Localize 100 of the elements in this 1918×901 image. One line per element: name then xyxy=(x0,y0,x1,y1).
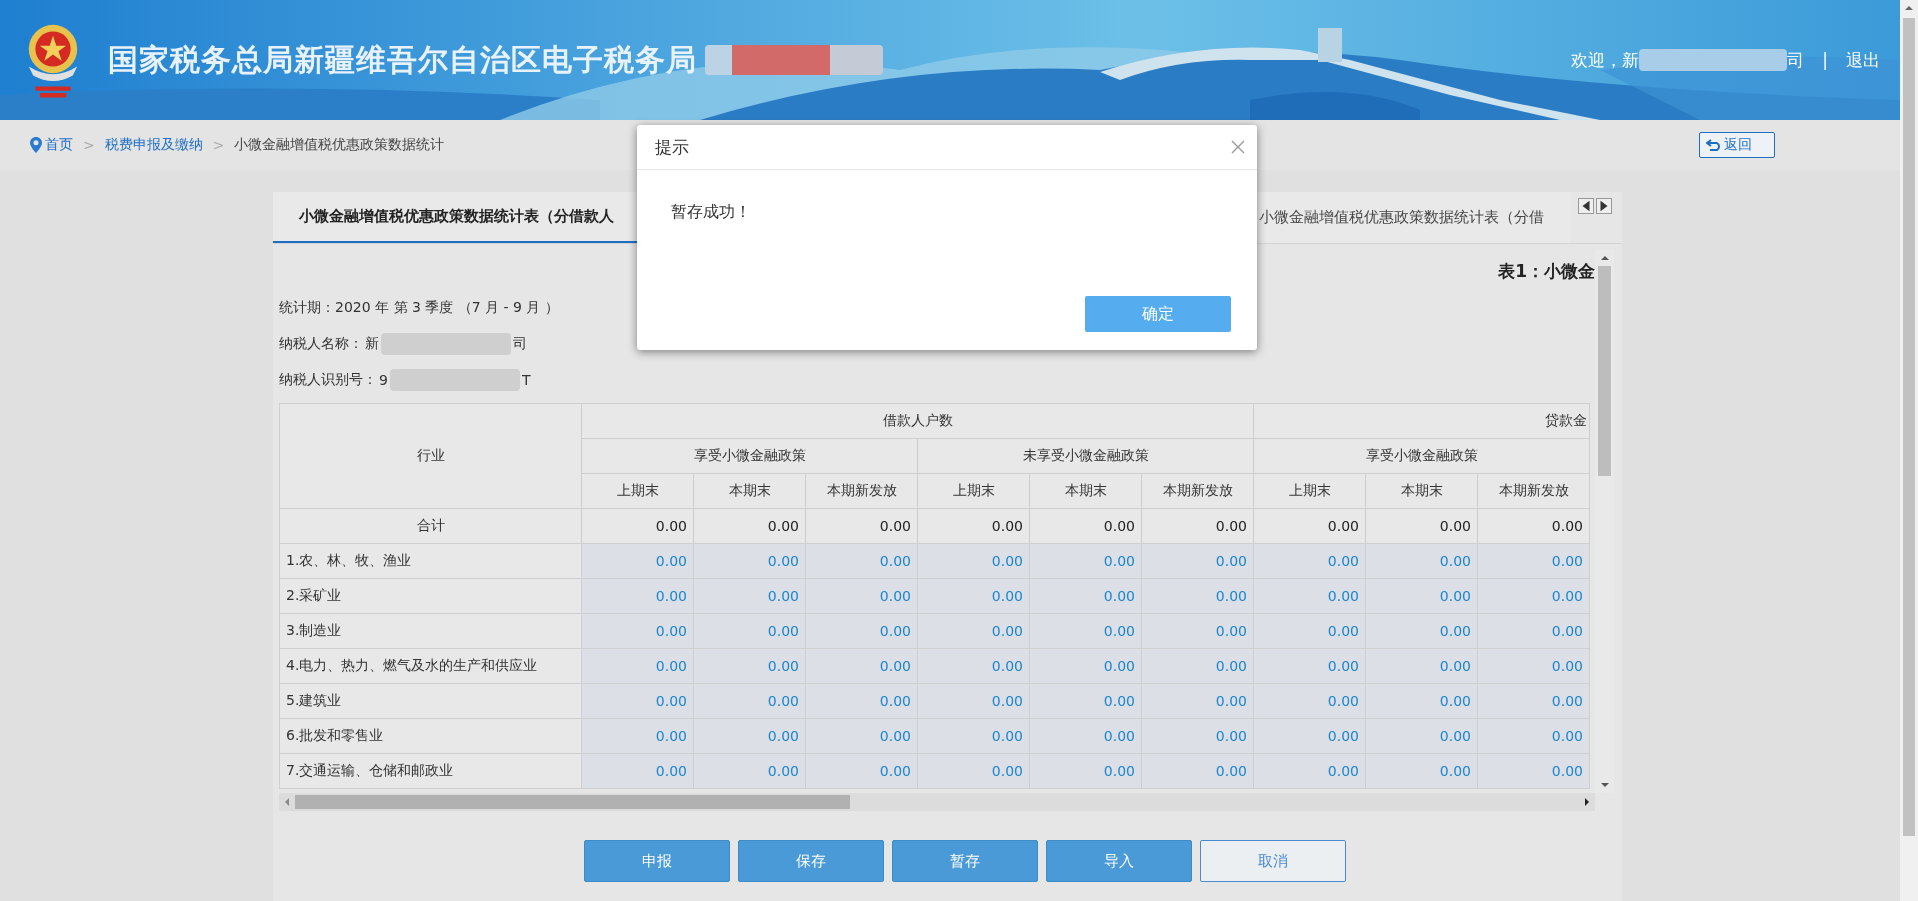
input-cell[interactable]: 0.00 xyxy=(1141,648,1254,684)
page-scrollbar[interactable] xyxy=(1900,0,1918,901)
input-cell[interactable]: 0.00 xyxy=(1029,753,1142,789)
input-cell[interactable]: 0.00 xyxy=(917,578,1030,614)
action-button[interactable]: 申报 xyxy=(583,840,730,882)
input-cell[interactable]: 0.00 xyxy=(1477,613,1590,649)
input-cell[interactable]: 0.00 xyxy=(805,718,918,754)
welcome-text: 欢迎，新 xyxy=(1571,48,1640,72)
input-cell[interactable]: 0.00 xyxy=(1477,718,1590,754)
input-cell[interactable]: 0.00 xyxy=(805,543,918,579)
input-cell[interactable]: 0.00 xyxy=(1253,613,1366,649)
input-cell[interactable]: 0.00 xyxy=(917,648,1030,684)
total-cell: 0.00 xyxy=(1141,508,1254,544)
input-cell[interactable]: 0.00 xyxy=(693,718,806,754)
input-cell[interactable]: 0.00 xyxy=(1365,578,1478,614)
separator: | xyxy=(1822,50,1828,70)
taxpayer-name-end: 司 xyxy=(513,335,527,353)
input-cell[interactable]: 0.00 xyxy=(693,683,806,719)
input-cell[interactable]: 0.00 xyxy=(917,683,1030,719)
ok-button[interactable]: 确定 xyxy=(1085,296,1231,332)
horizontal-scrollbar[interactable] xyxy=(279,793,1595,811)
input-cell[interactable]: 0.00 xyxy=(1253,683,1366,719)
action-button[interactable]: 保存 xyxy=(737,840,884,882)
input-cell[interactable]: 0.00 xyxy=(1029,543,1142,579)
input-cell[interactable]: 0.00 xyxy=(917,753,1030,789)
input-cell[interactable]: 0.00 xyxy=(805,578,918,614)
input-cell[interactable]: 0.00 xyxy=(581,683,694,719)
scroll-left-icon[interactable] xyxy=(1578,198,1594,214)
total-cell: 0.00 xyxy=(693,508,806,544)
input-cell[interactable]: 0.00 xyxy=(581,578,694,614)
input-cell[interactable]: 0.00 xyxy=(1477,683,1590,719)
industry-cell: 1.农、林、牧、渔业 xyxy=(279,543,582,579)
total-cell: 0.00 xyxy=(805,508,918,544)
input-cell[interactable]: 0.00 xyxy=(1029,613,1142,649)
input-cell[interactable]: 0.00 xyxy=(581,753,694,789)
input-cell[interactable]: 0.00 xyxy=(805,613,918,649)
total-cell: 0.00 xyxy=(917,508,1030,544)
action-button[interactable]: 导入 xyxy=(1045,840,1192,882)
input-cell[interactable]: 0.00 xyxy=(581,613,694,649)
input-cell[interactable]: 0.00 xyxy=(1365,613,1478,649)
input-cell[interactable]: 0.00 xyxy=(1029,648,1142,684)
input-cell[interactable]: 0.00 xyxy=(1253,578,1366,614)
header-cell: 行业 xyxy=(279,403,582,509)
logout-link[interactable]: 退出 xyxy=(1846,48,1880,72)
input-cell[interactable]: 0.00 xyxy=(693,578,806,614)
input-cell[interactable]: 0.00 xyxy=(1253,718,1366,754)
input-cell[interactable]: 0.00 xyxy=(1141,543,1254,579)
close-icon[interactable] xyxy=(1231,140,1245,154)
period-text: 统计期：2020 年 第 3 季度 （7 月 - 9 月 ） xyxy=(279,299,559,317)
input-cell[interactable]: 0.00 xyxy=(1141,613,1254,649)
input-cell[interactable]: 0.00 xyxy=(1141,683,1254,719)
input-cell[interactable]: 0.00 xyxy=(805,683,918,719)
input-cell[interactable]: 0.00 xyxy=(1029,718,1142,754)
industry-cell: 6.批发和零售业 xyxy=(279,718,582,754)
industry-cell: 合计 xyxy=(279,508,582,544)
input-cell[interactable]: 0.00 xyxy=(693,543,806,579)
input-cell[interactable]: 0.00 xyxy=(1365,648,1478,684)
breadcrumb-link[interactable]: 首页 xyxy=(45,136,73,154)
input-cell[interactable]: 0.00 xyxy=(1365,753,1478,789)
input-cell[interactable]: 0.00 xyxy=(805,753,918,789)
input-cell[interactable]: 0.00 xyxy=(1253,753,1366,789)
input-cell[interactable]: 0.00 xyxy=(1141,718,1254,754)
input-cell[interactable]: 0.00 xyxy=(805,648,918,684)
scroll-right-icon[interactable] xyxy=(1596,198,1612,214)
input-cell[interactable]: 0.00 xyxy=(917,613,1030,649)
input-cell[interactable]: 0.00 xyxy=(1365,718,1478,754)
input-cell[interactable]: 0.00 xyxy=(1141,578,1254,614)
header-cell: 借款人户数 xyxy=(581,403,1254,439)
header-cell: 本期末 xyxy=(693,473,806,509)
input-cell[interactable]: 0.00 xyxy=(693,648,806,684)
input-cell[interactable]: 0.00 xyxy=(1029,683,1142,719)
scroll-right-icon[interactable] xyxy=(1583,797,1591,807)
taxpayer-id-label: 纳税人识别号： xyxy=(279,371,377,389)
input-cell[interactable]: 0.00 xyxy=(581,648,694,684)
return-arrow-icon xyxy=(1706,139,1722,151)
input-cell[interactable]: 0.00 xyxy=(1141,753,1254,789)
input-cell[interactable]: 0.00 xyxy=(1365,543,1478,579)
user-name-end: 司 xyxy=(1787,48,1805,72)
cancel-button[interactable]: 取消 xyxy=(1199,840,1346,882)
input-cell[interactable]: 0.00 xyxy=(581,718,694,754)
input-cell[interactable]: 0.00 xyxy=(917,718,1030,754)
dialog-message: 暂存成功！ xyxy=(671,202,751,221)
input-cell[interactable]: 0.00 xyxy=(693,753,806,789)
input-cell[interactable]: 0.00 xyxy=(1029,578,1142,614)
input-cell[interactable]: 0.00 xyxy=(917,543,1030,579)
scroll-up-icon[interactable] xyxy=(1599,254,1610,262)
input-cell[interactable]: 0.00 xyxy=(1253,543,1366,579)
input-cell[interactable]: 0.00 xyxy=(1365,683,1478,719)
back-button[interactable]: 返回 xyxy=(1699,132,1775,158)
scroll-down-icon[interactable] xyxy=(1599,781,1610,789)
action-button[interactable]: 暂存 xyxy=(891,840,1038,882)
breadcrumb-link[interactable]: 税费申报及缴纳 xyxy=(104,136,203,154)
input-cell[interactable]: 0.00 xyxy=(1477,648,1590,684)
input-cell[interactable]: 0.00 xyxy=(693,613,806,649)
input-cell[interactable]: 0.00 xyxy=(581,543,694,579)
input-cell[interactable]: 0.00 xyxy=(1477,543,1590,579)
input-cell[interactable]: 0.00 xyxy=(1477,753,1590,789)
scroll-up-icon[interactable] xyxy=(1904,4,1914,12)
input-cell[interactable]: 0.00 xyxy=(1253,648,1366,684)
input-cell[interactable]: 0.00 xyxy=(1477,578,1590,614)
